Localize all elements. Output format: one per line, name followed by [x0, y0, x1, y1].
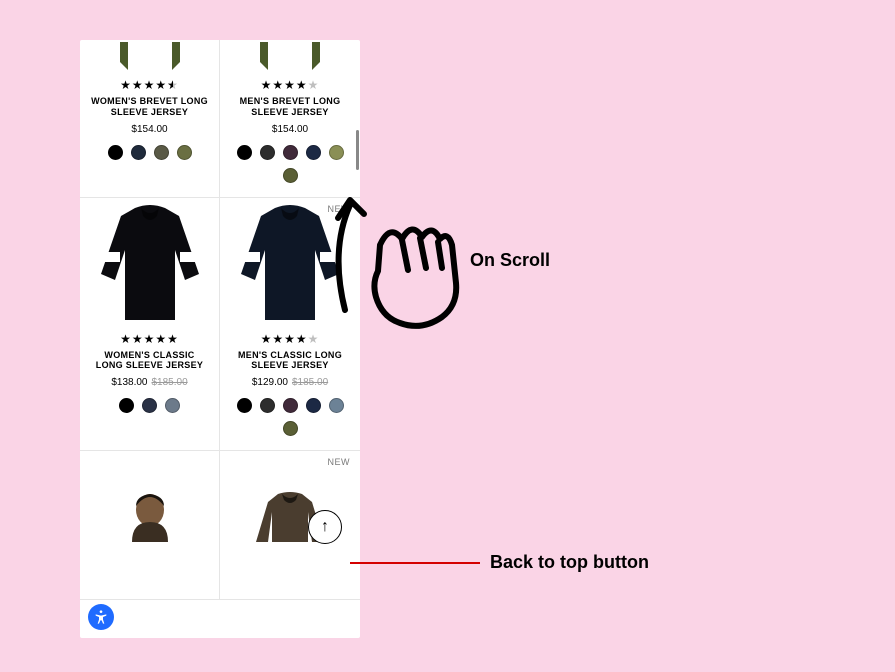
- annotation-on-scroll: On Scroll: [470, 250, 550, 271]
- color-swatches: [235, 398, 345, 436]
- color-swatch[interactable]: [329, 398, 344, 413]
- product-title: WOMEN'S BREVET LONG SLEEVE JERSEY: [90, 96, 210, 118]
- mobile-product-grid[interactable]: ★★★★★★ WOMEN'S BREVET LONG SLEEVE JERSEY $…: [80, 40, 360, 638]
- color-swatches: [119, 398, 180, 413]
- product-price: $129.00$185.00: [252, 377, 328, 388]
- rating-stars: ★★★★★: [120, 332, 179, 346]
- rating-stars: ★★★★★: [261, 332, 320, 346]
- color-swatch[interactable]: [237, 398, 252, 413]
- color-swatch[interactable]: [165, 398, 180, 413]
- color-swatch[interactable]: [283, 421, 298, 436]
- color-swatch[interactable]: [283, 145, 298, 160]
- accessibility-icon: [93, 609, 109, 625]
- product-image[interactable]: [95, 40, 205, 70]
- product-image[interactable]: [235, 40, 345, 70]
- annotation-back-to-top: Back to top button: [490, 552, 649, 573]
- product-image[interactable]: [95, 457, 205, 577]
- color-swatch[interactable]: [329, 145, 344, 160]
- product-price: $138.00$185.00: [111, 377, 187, 388]
- product-card[interactable]: ★★★★★ MEN'S BREVET LONG SLEEVE JERSEY $154…: [220, 40, 360, 198]
- product-card[interactable]: [80, 451, 220, 600]
- color-swatch[interactable]: [177, 145, 192, 160]
- arrow-up-icon: ↑: [321, 519, 329, 535]
- color-swatch[interactable]: [119, 398, 134, 413]
- color-swatch[interactable]: [142, 398, 157, 413]
- new-badge: NEW: [328, 457, 351, 467]
- accessibility-button[interactable]: [88, 604, 114, 630]
- color-swatch[interactable]: [108, 145, 123, 160]
- product-price: $154.00: [131, 124, 167, 135]
- color-swatch[interactable]: [260, 398, 275, 413]
- annotation-callout-line: [350, 562, 480, 564]
- product-title: WOMEN'S CLASSIC LONG SLEEVE JERSEY: [90, 350, 210, 372]
- color-swatch[interactable]: [154, 145, 169, 160]
- product-card[interactable]: ★★★★★★ WOMEN'S BREVET LONG SLEEVE JERSEY $…: [80, 40, 220, 198]
- scrollbar-thumb[interactable]: [356, 130, 359, 170]
- product-card[interactable]: ★★★★★ WOMEN'S CLASSIC LONG SLEEVE JERSEY $…: [80, 198, 220, 452]
- color-swatch[interactable]: [260, 145, 275, 160]
- rating-stars: ★★★★★★: [120, 78, 179, 92]
- back-to-top-button[interactable]: ↑: [308, 510, 342, 544]
- color-swatch[interactable]: [131, 145, 146, 160]
- color-swatch[interactable]: [237, 145, 252, 160]
- product-price: $154.00: [272, 124, 308, 135]
- product-title: MEN'S CLASSIC LONG SLEEVE JERSEY: [230, 350, 350, 372]
- color-swatch[interactable]: [306, 398, 321, 413]
- rating-stars: ★★★★★: [261, 78, 320, 92]
- scroll-gesture-illustration: [320, 190, 460, 340]
- color-swatch[interactable]: [283, 168, 298, 183]
- color-swatches: [235, 145, 345, 183]
- product-image[interactable]: [95, 204, 205, 324]
- color-swatch[interactable]: [283, 398, 298, 413]
- color-swatch[interactable]: [306, 145, 321, 160]
- color-swatches: [108, 145, 192, 160]
- product-title: MEN'S BREVET LONG SLEEVE JERSEY: [230, 96, 350, 118]
